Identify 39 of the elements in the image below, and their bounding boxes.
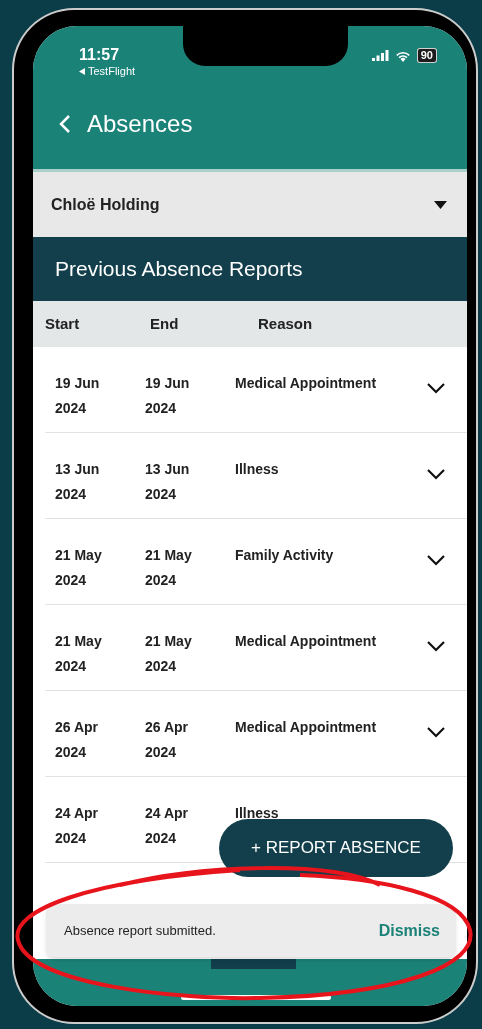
table-cell-text: 19 Jun 2024 <box>55 374 101 418</box>
chevron-down-icon[interactable] <box>427 469 445 480</box>
table-cell-text: 19 Jun 2024 <box>145 374 191 418</box>
table-cell-text: Medical Appointment <box>235 374 378 393</box>
dropdown-arrow-icon <box>434 200 447 209</box>
column-header: Start <box>45 313 81 334</box>
status-time: 11:57 <box>79 47 120 63</box>
student-dropdown[interactable]: Chloë Holding <box>33 169 467 237</box>
dismiss-link[interactable]: Dismiss <box>378 918 440 943</box>
table-cell-text: Family Activity <box>235 546 335 565</box>
back-app-link[interactable]: TestFlight <box>88 66 136 77</box>
table-cell-text: 21 May 2024 <box>55 546 103 590</box>
table-cell-text: 24 Apr 2024 <box>145 804 190 848</box>
table-cell-text: 21 May 2024 <box>145 632 193 676</box>
column-header: End <box>150 313 180 334</box>
battery-indicator: 90 <box>416 48 437 63</box>
section-title: Previous Absence Reports <box>55 256 303 283</box>
table-cell-text: 13 Jun 2024 <box>145 460 191 504</box>
chevron-down-icon[interactable] <box>427 641 445 652</box>
chevron-down-icon[interactable] <box>427 555 445 566</box>
table-cell-text: 21 May 2024 <box>145 546 193 590</box>
wifi-icon <box>394 49 411 62</box>
back-triangle-icon <box>79 68 85 75</box>
report-absence-button[interactable]: + REPORT ABSENCE <box>219 819 453 877</box>
snackbar-message: Absence report submitted. <box>64 921 216 940</box>
screen-title: Absences <box>87 112 193 136</box>
table-cell-text: 26 Apr 2024 <box>55 718 100 762</box>
table-cell-text: 26 Apr 2024 <box>145 718 190 762</box>
chevron-down-icon[interactable] <box>427 383 445 394</box>
table-cell-text: 13 Jun 2024 <box>55 460 101 504</box>
table-cell-text: Illness <box>235 460 280 479</box>
table-cell-text: Medical Appointment <box>235 632 378 651</box>
table-cell-text: Medical Appointment <box>235 718 378 737</box>
table-cell-text: 24 Apr 2024 <box>55 804 100 848</box>
back-icon[interactable] <box>59 114 71 134</box>
signal-icon <box>371 50 389 61</box>
table-cell-text: 21 May 2024 <box>55 632 103 676</box>
column-header: Reason <box>258 313 314 334</box>
chevron-down-icon[interactable] <box>427 727 445 738</box>
